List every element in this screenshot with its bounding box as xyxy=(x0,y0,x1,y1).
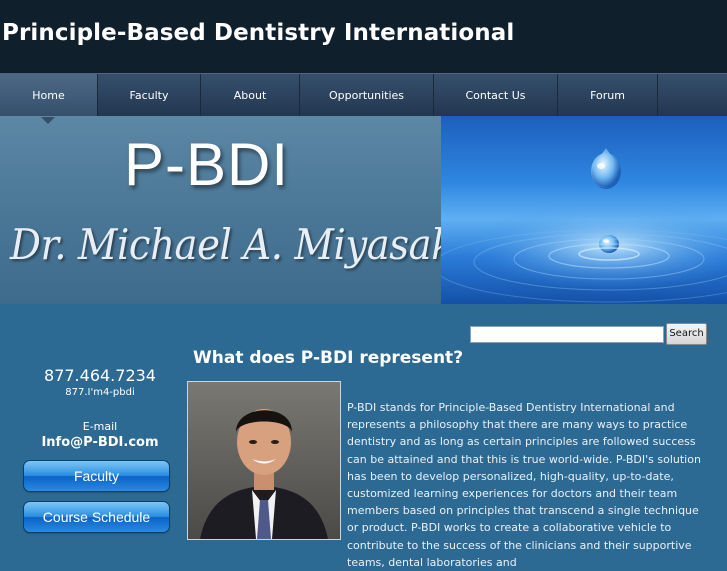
content-paragraph: P-BDI stands for Principle-Based Dentist… xyxy=(347,401,701,569)
email-label: E-mail xyxy=(82,420,118,433)
phone-number: 877.464.7234 xyxy=(44,366,156,385)
active-nav-indicator xyxy=(41,117,55,124)
header-banner: P-BDI Dr. Michael A. Miyasaki xyxy=(0,116,727,304)
water-drop-illustration xyxy=(441,148,727,303)
banner-logo-text: P-BDI xyxy=(124,131,290,198)
nav-home[interactable]: Home xyxy=(0,74,98,117)
nav-faculty[interactable]: Faculty xyxy=(98,74,201,117)
banner-left-panel: P-BDI Dr. Michael A. Miyasaki xyxy=(0,116,441,304)
email-link[interactable]: Info@P-BDI.com xyxy=(0,435,200,450)
nav-about[interactable]: About xyxy=(201,74,300,117)
content-heading: What does P-BDI represent? xyxy=(193,348,464,368)
search-button[interactable]: Search xyxy=(666,323,707,345)
search-input[interactable] xyxy=(470,326,664,343)
nav-forum[interactable]: Forum xyxy=(558,74,658,117)
site-title: Principle-Based Dentistry International xyxy=(2,20,515,46)
portrait-illustration xyxy=(188,382,340,539)
nav-contact-us[interactable]: Contact Us xyxy=(434,74,558,117)
water-drop-image xyxy=(441,116,727,304)
banner-doctor-name: Dr. Michael A. Miyasaki xyxy=(10,220,441,269)
phone-vanity: 877.I'm4-pbdi xyxy=(65,387,135,398)
doctor-portrait xyxy=(187,381,341,540)
nav-opportunities[interactable]: Opportunities xyxy=(300,74,434,117)
main-nav: Home Faculty About Opportunities Contact… xyxy=(0,73,727,124)
site-header: Principle-Based Dentistry International xyxy=(0,0,727,73)
faculty-button[interactable]: Faculty xyxy=(24,461,169,491)
course-schedule-button[interactable]: Course Schedule xyxy=(24,502,169,532)
